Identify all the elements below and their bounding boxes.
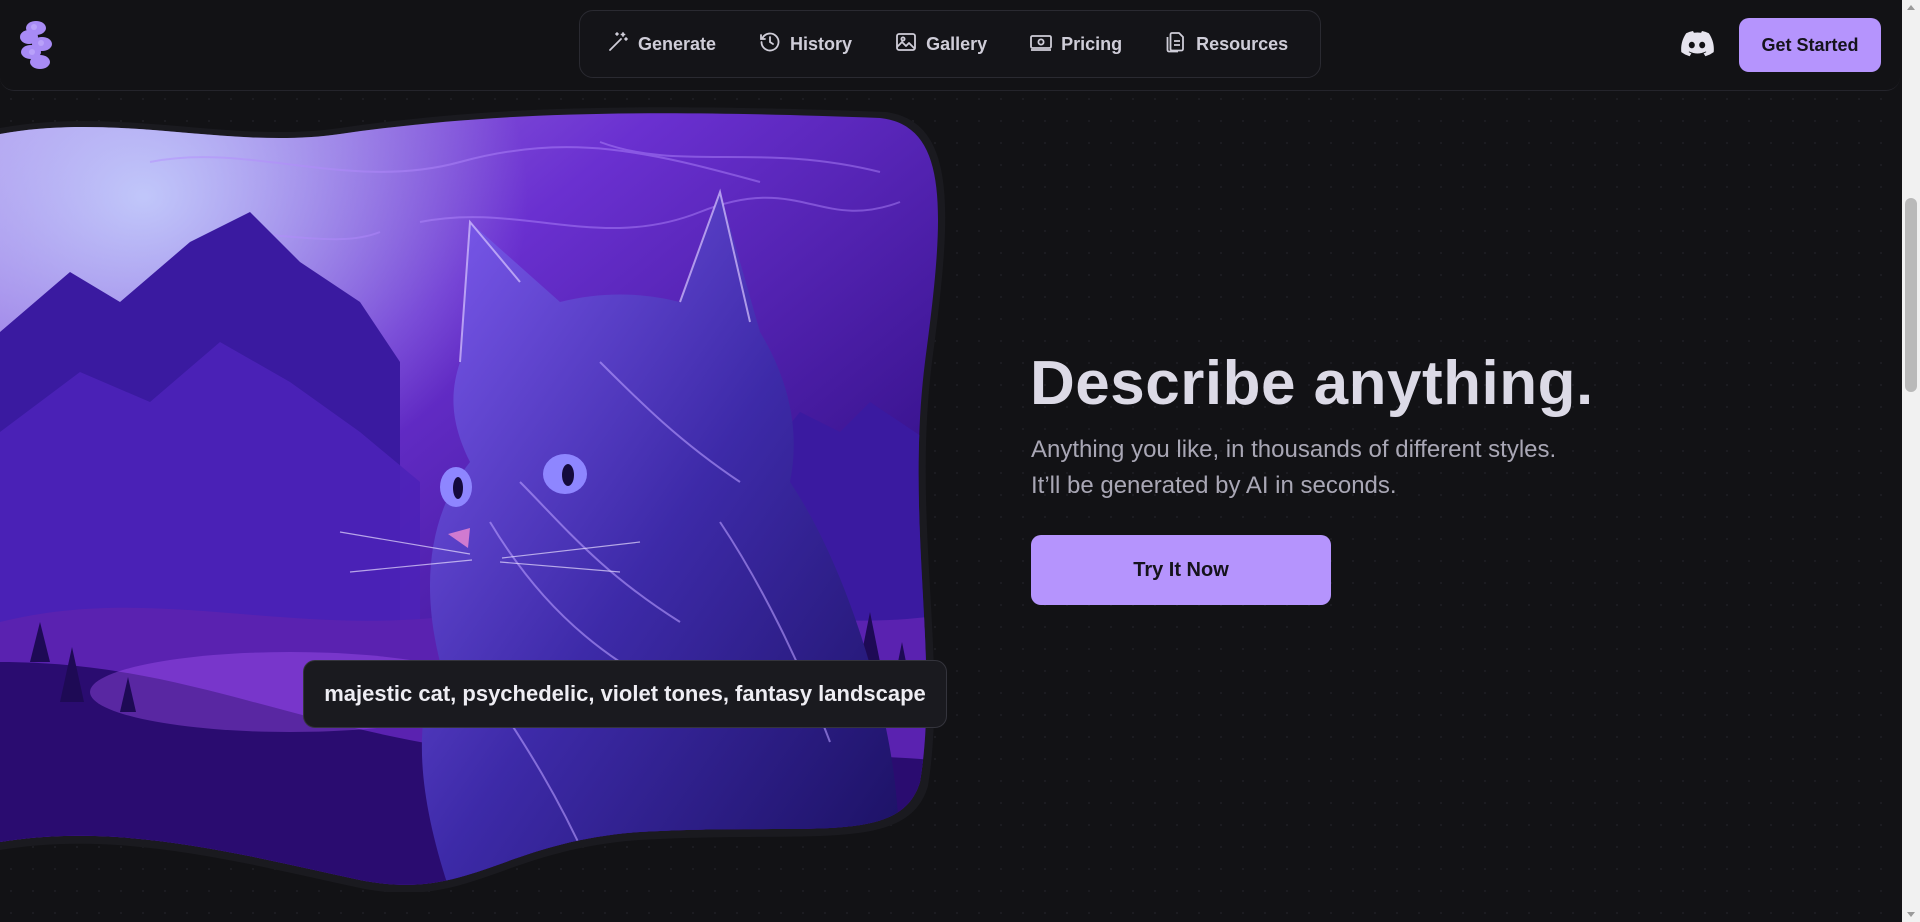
nav-generate[interactable]: Generate [606, 24, 716, 64]
purple-cat-fantasy-landscape-image [0, 107, 946, 892]
scrollbar-thumb[interactable] [1905, 198, 1917, 392]
nav-resources-label: Resources [1196, 33, 1289, 54]
nav-gallery-label: Gallery [926, 33, 988, 54]
nav-pricing-label: Pricing [1061, 33, 1123, 54]
nav-pricing[interactable]: Pricing [1029, 24, 1122, 64]
magic-wand-icon [606, 30, 630, 59]
scroll-up-arrow-icon[interactable] [1907, 5, 1915, 10]
nav-history[interactable]: History [758, 24, 852, 64]
purple-flower-logo-icon[interactable] [18, 20, 54, 72]
image-icon [894, 30, 918, 59]
nav-history-label: History [790, 33, 853, 54]
get-started-button[interactable]: Get Started [1739, 18, 1881, 72]
hero-headline: Describe anything. [1030, 349, 1594, 418]
discord-icon[interactable] [1680, 31, 1714, 57]
vertical-scrollbar[interactable] [1902, 0, 1920, 922]
prompt-caption: majestic cat, psychedelic, violet tones,… [303, 660, 947, 728]
nav-generate-label: Generate [638, 33, 717, 54]
documents-icon [1164, 30, 1188, 59]
clock-history-icon [758, 30, 782, 59]
main-nav: Generate History Gallery Pricing Resourc… [579, 10, 1321, 78]
try-it-now-button[interactable]: Try It Now [1031, 535, 1331, 605]
top-header: Generate History Gallery Pricing Resourc… [0, 0, 1900, 91]
nav-gallery[interactable]: Gallery [894, 24, 987, 64]
hero-subcopy: Anything you like, in thousands of diffe… [1031, 436, 1557, 499]
banknote-icon [1029, 30, 1053, 59]
nav-resources[interactable]: Resources [1164, 24, 1288, 64]
scroll-down-arrow-icon[interactable] [1907, 912, 1915, 917]
